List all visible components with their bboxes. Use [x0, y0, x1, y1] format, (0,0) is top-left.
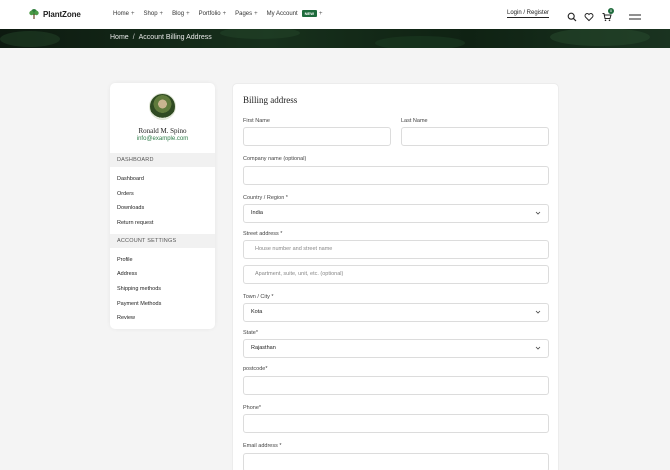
account-sidebar: Ronald M. Spino info@example.com DASHBOA… — [110, 83, 215, 329]
sidebar-item-dashboard[interactable]: Dashboard — [117, 176, 144, 182]
postcode-label: postcode* — [243, 366, 268, 372]
nav-home-label: Home — [113, 10, 130, 17]
nav-my-account[interactable]: My Account NEW + — [267, 10, 323, 17]
sidebar-item-return-request[interactable]: Return request — [117, 220, 153, 226]
brand-name: PlantZone — [43, 9, 81, 19]
sidebar-item-payment-methods[interactable]: Payment Methods — [117, 301, 161, 307]
nav-pages-label: Pages — [235, 10, 253, 17]
email-field[interactable] — [243, 453, 549, 470]
street-address-field[interactable]: House number and street name — [243, 240, 549, 259]
sidebar-item-review[interactable]: Review — [117, 315, 135, 321]
plus-icon: + — [319, 10, 323, 17]
heart-icon[interactable] — [584, 9, 594, 22]
login-register-link[interactable]: Login / Register — [507, 10, 550, 18]
breadcrumb-banner: Home / Account Billing Address — [0, 29, 670, 48]
first-name-field[interactable] — [243, 127, 391, 146]
plus-icon: + — [131, 10, 135, 17]
company-label: Company name (optional) — [243, 156, 307, 162]
plus-icon: + — [159, 10, 164, 17]
email-label: Email address * — [243, 443, 282, 449]
leaf-background-image — [0, 29, 650, 48]
tree-logo-icon — [29, 9, 39, 19]
state-value: Rajasthan — [251, 345, 276, 351]
breadcrumb-current: Account Billing Address — [138, 34, 212, 41]
plus-icon: + — [254, 10, 258, 17]
company-field[interactable] — [243, 166, 549, 185]
plus-icon: + — [222, 10, 227, 17]
nav-shop-label: Shop — [143, 10, 158, 17]
nav-pages[interactable]: Pages + — [235, 11, 258, 17]
chevron-down-icon — [535, 310, 541, 314]
brand-logo[interactable]: PlantZone — [28, 8, 81, 20]
postcode-field[interactable] — [243, 376, 549, 395]
profile-name: Ronald M. Spino — [138, 127, 187, 135]
profile-email[interactable]: info@example.com — [110, 136, 215, 142]
country-value: India — [251, 210, 263, 216]
sidebar-item-orders[interactable]: Orders — [117, 191, 134, 197]
nav-portfolio-label: Portfolio — [198, 10, 221, 17]
breadcrumb-home[interactable]: Home — [110, 34, 129, 41]
nav-home[interactable]: Home + — [113, 11, 135, 17]
nav-blog[interactable]: Blog + — [172, 11, 190, 17]
nav-shop[interactable]: Shop + — [144, 11, 164, 17]
nav-blog-label: Blog — [172, 10, 185, 17]
phone-field[interactable] — [243, 414, 549, 433]
cart-count-badge: 0 — [608, 8, 614, 14]
street-label: Street address * — [243, 231, 283, 237]
sidebar-item-shipping-methods[interactable]: Shipping methods — [117, 286, 161, 292]
breadcrumb: Home / Account Billing Address — [110, 34, 212, 41]
breadcrumb-separator: / — [132, 34, 135, 41]
nav-my-account-label: My Account — [266, 10, 298, 17]
town-select[interactable]: Kota — [243, 303, 549, 322]
chevron-down-icon — [535, 211, 541, 215]
hamburger-menu-icon[interactable] — [629, 9, 641, 20]
dashboard-heading: DASHBOARD — [110, 153, 215, 167]
search-icon[interactable] — [567, 9, 577, 22]
account-settings-heading: ACCOUNT SETTINGS — [110, 234, 215, 248]
new-badge: NEW — [301, 10, 318, 17]
first-name-label: First Name — [243, 118, 270, 124]
sidebar-item-profile[interactable]: Profile — [117, 257, 133, 263]
last-name-label: Last Name — [401, 118, 428, 124]
country-label: Country / Region * — [243, 195, 288, 201]
state-select[interactable]: Rajasthan — [243, 339, 549, 358]
billing-address-form: Billing address First Name Last Name Com… — [232, 83, 559, 470]
nav-portfolio[interactable]: Portfolio + — [199, 11, 227, 17]
cart-icon[interactable]: 0 — [602, 8, 614, 22]
chevron-down-icon — [535, 346, 541, 350]
phone-label: Phone* — [243, 405, 262, 411]
plus-icon: + — [186, 10, 190, 17]
apartment-field[interactable]: Apartment, suite, unit, etc. (optional) — [243, 265, 549, 284]
country-select[interactable]: India — [243, 204, 549, 223]
sidebar-item-downloads[interactable]: Downloads — [117, 205, 144, 211]
top-header: PlantZone Home + Shop + Blog + Portfolio + P… — [0, 0, 670, 29]
town-value: Kota — [251, 309, 263, 315]
avatar — [149, 93, 176, 120]
town-label: Town / City * — [243, 294, 274, 300]
main-nav: Home + Shop + Blog + Portfolio + Pages + My A… — [113, 10, 323, 17]
sidebar-item-address[interactable]: Address — [117, 271, 137, 277]
state-label: State* — [243, 330, 258, 336]
last-name-field[interactable] — [401, 127, 549, 146]
form-title: Billing address — [243, 95, 298, 105]
